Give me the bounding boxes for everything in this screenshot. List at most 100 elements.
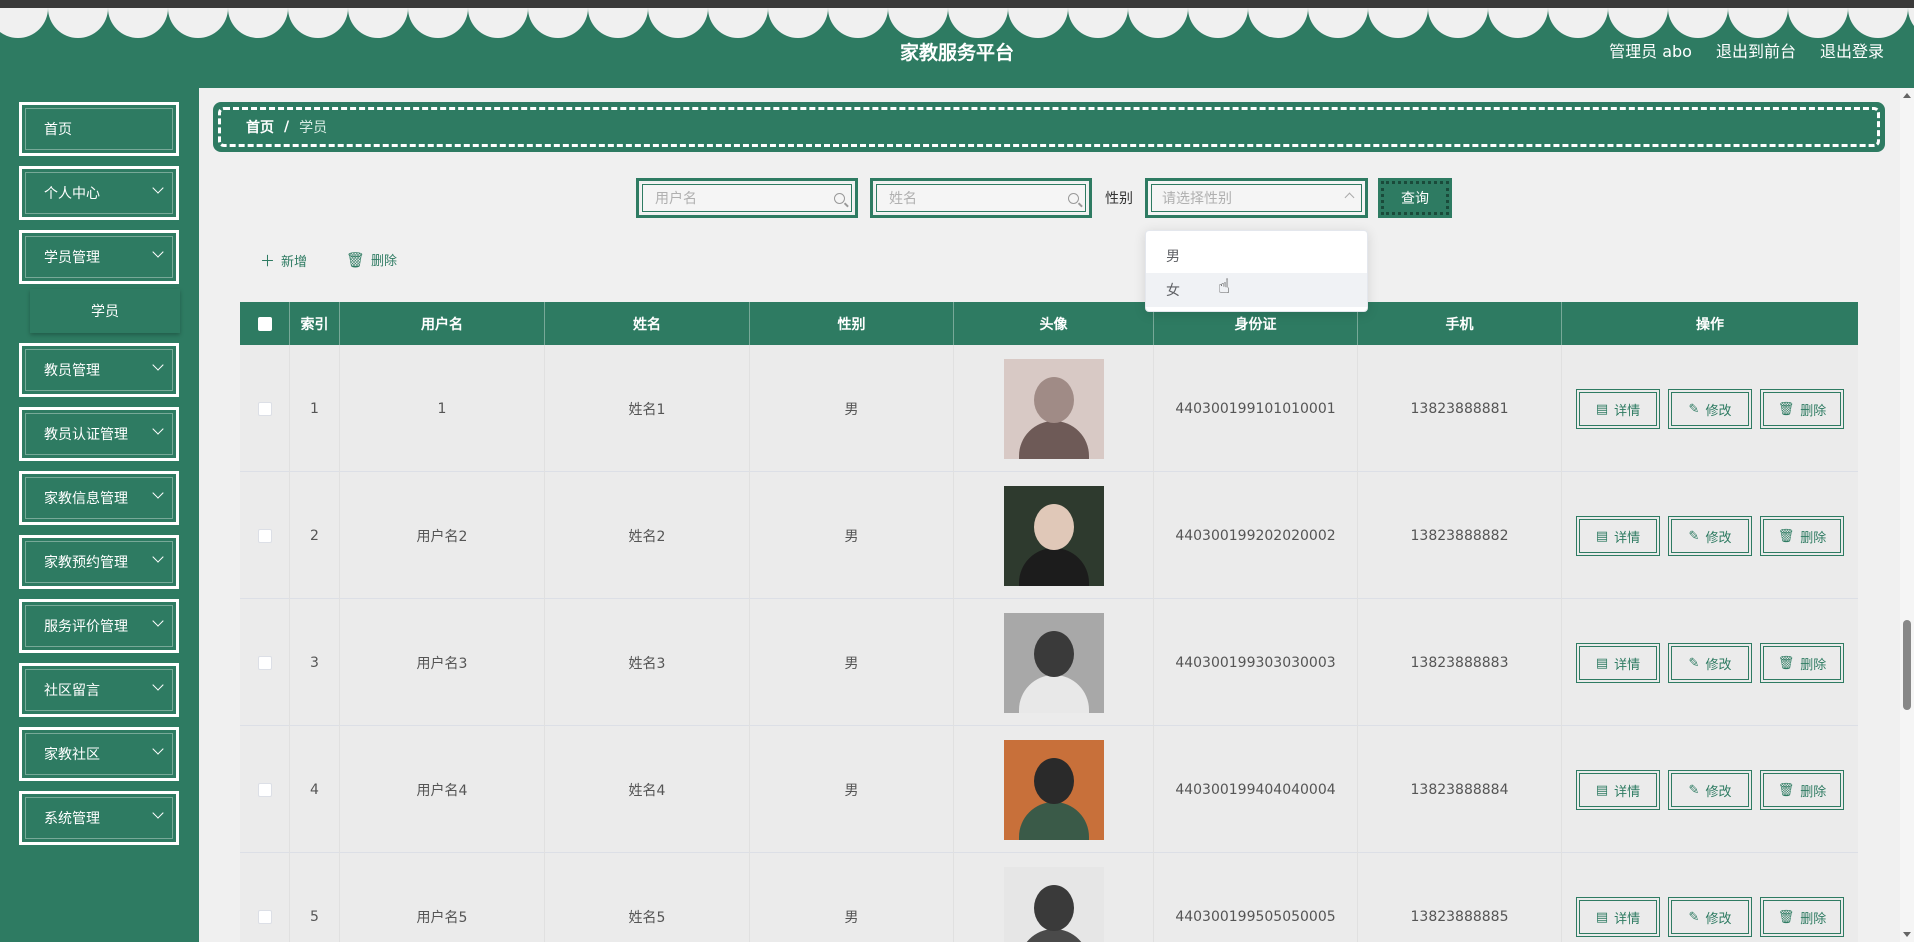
- scallop-shape: [1668, 8, 1728, 38]
- detail-button[interactable]: ▤ 详情: [1576, 516, 1660, 556]
- edit-icon: ✎: [1688, 401, 1700, 417]
- scroll-up-icon[interactable]: [1903, 93, 1911, 98]
- scrollbar-thumb[interactable]: [1903, 620, 1911, 710]
- avatar-cell: [954, 345, 1154, 472]
- actions-cell: ▤ 详情 ✎ 修改 🗑 删除: [1562, 853, 1858, 942]
- edit-button[interactable]: ✎ 修改: [1668, 516, 1752, 556]
- chevron-down-icon: [152, 679, 164, 691]
- header: 家教服务平台 管理员 abo 退出到前台 退出登录: [0, 8, 1914, 88]
- header-actions: 管理员 abo 退出到前台 退出登录: [1609, 38, 1884, 62]
- sidebar-item-teacher-management[interactable]: 教员管理: [19, 343, 179, 397]
- column-header: 用户名: [340, 302, 545, 345]
- delete-button[interactable]: 🗑 删除: [1760, 897, 1844, 937]
- sidebar-item-tutoring-booking[interactable]: 家教预约管理: [19, 535, 179, 589]
- table-row[interactable]: 4 用户名4 姓名4 男 440300199404040004 13823888884 ▤ 详…: [240, 726, 1858, 853]
- row-checkbox[interactable]: [257, 655, 272, 670]
- row-checkbox[interactable]: [257, 909, 272, 924]
- edit-button[interactable]: ✎ 修改: [1668, 643, 1752, 683]
- scallop-shape: [588, 8, 648, 38]
- row-checkbox[interactable]: [257, 528, 272, 543]
- delete-button[interactable]: 🗑 删除: [1760, 516, 1844, 556]
- sidebar-item-service-review[interactable]: 服务评价管理: [19, 599, 179, 653]
- actions-cell: ▤ 详情 ✎ 修改 🗑 删除: [1562, 599, 1858, 726]
- delete-button-label: 删除: [1800, 530, 1827, 546]
- actions-cell: ▤ 详情 ✎ 修改 🗑 删除: [1562, 472, 1858, 599]
- sidebar-item-personal-center[interactable]: 个人中心: [19, 166, 179, 220]
- table-row[interactable]: 2 用户名2 姓名2 男 440300199202020002 13823888882 ▤ 详…: [240, 472, 1858, 599]
- detail-button[interactable]: ▤ 详情: [1576, 770, 1660, 810]
- batch-delete-label: 删除: [371, 254, 398, 269]
- table-row[interactable]: 3 用户名3 姓名3 男 440300199303030003 13823888883 ▤ 详…: [240, 599, 1858, 726]
- sidebar-item-tutoring-community[interactable]: 家教社区: [19, 727, 179, 781]
- batch-delete-button[interactable]: 🗑 删除: [346, 250, 398, 270]
- search-icon: [1068, 193, 1079, 204]
- breadcrumb-home[interactable]: 首页: [246, 117, 274, 137]
- sidebar-item-home[interactable]: 首页: [19, 102, 179, 156]
- delete-button[interactable]: 🗑 删除: [1760, 643, 1844, 683]
- phone-cell: 13823888883: [1358, 599, 1562, 726]
- table-row[interactable]: 5 用户名5 姓名5 男 440300199505050005 13823888885 ▤ 详…: [240, 853, 1858, 942]
- index-cell: 4: [290, 726, 340, 853]
- scallop-shape: [1488, 8, 1548, 38]
- back-to-front-link[interactable]: 退出到前台: [1716, 38, 1796, 62]
- edit-button[interactable]: ✎ 修改: [1668, 389, 1752, 429]
- sidebar-item-system-management[interactable]: 系统管理: [19, 791, 179, 845]
- scallop-shape: [168, 8, 228, 38]
- logout-link[interactable]: 退出登录: [1820, 38, 1884, 62]
- scallop-shape: [48, 8, 108, 38]
- gender-dropdown: 男 女: [1145, 230, 1368, 312]
- name-cell: 姓名1: [545, 345, 750, 472]
- sidebar-item-label: 教员认证管理: [44, 427, 128, 443]
- gender-select[interactable]: 请选择性别: [1145, 178, 1368, 218]
- detail-button[interactable]: ▤ 详情: [1576, 389, 1660, 429]
- row-select-cell: [240, 599, 290, 726]
- scallop-shape: [1788, 8, 1848, 38]
- delete-button[interactable]: 🗑 删除: [1760, 389, 1844, 429]
- idcard-cell: 440300199303030003: [1154, 599, 1358, 726]
- scallop-shape: [1308, 8, 1368, 38]
- table-row[interactable]: 1 1 姓名1 男 440300199101010001 13823888881 ▤ 详情 ✎ 修…: [240, 345, 1858, 472]
- sidebar-item-tutoring-info[interactable]: 家教信息管理: [19, 471, 179, 525]
- scallop-shape: [828, 8, 888, 38]
- edit-button[interactable]: ✎ 修改: [1668, 770, 1752, 810]
- add-button-label: 新增: [281, 255, 308, 270]
- detail-button[interactable]: ▤ 详情: [1576, 643, 1660, 683]
- sidebar-item-community-messages[interactable]: 社区留言: [19, 663, 179, 717]
- edit-button[interactable]: ✎ 修改: [1668, 897, 1752, 937]
- chevron-down-icon: [152, 615, 164, 627]
- query-button[interactable]: 查询: [1378, 178, 1452, 218]
- username-cell: 用户名5: [340, 853, 545, 942]
- name-cell: 姓名4: [545, 726, 750, 853]
- username-cell: 1: [340, 345, 545, 472]
- row-checkbox[interactable]: [257, 401, 272, 416]
- index-cell: 2: [290, 472, 340, 599]
- column-header: 头像: [954, 302, 1154, 345]
- name-search-input[interactable]: 姓名: [870, 178, 1092, 218]
- username-placeholder: 用户名: [655, 191, 697, 207]
- scallop-shape: [1068, 8, 1128, 38]
- chevron-up-icon: [1344, 192, 1355, 203]
- idcard-cell: 440300199404040004: [1154, 726, 1358, 853]
- sidebar-item-student-management[interactable]: 学员管理: [19, 230, 179, 284]
- vertical-scrollbar[interactable]: [1900, 88, 1914, 942]
- row-select-cell: [240, 472, 290, 599]
- edit-button-label: 修改: [1705, 784, 1732, 800]
- delete-button[interactable]: 🗑 删除: [1760, 770, 1844, 810]
- sidebar-item-label: 家教社区: [44, 747, 100, 763]
- sidebar-item-label: 系统管理: [44, 811, 100, 827]
- sidebar-subitem-students[interactable]: 学员: [30, 289, 180, 333]
- sidebar: 首页 个人中心 学员管理 学员 教员管理 教员认证管理 家教信息管理 家教预约管…: [0, 88, 199, 942]
- select-all-checkbox[interactable]: [257, 316, 272, 331]
- add-button[interactable]: ＋ 新增: [260, 250, 307, 271]
- sidebar-item-teacher-certification[interactable]: 教员认证管理: [19, 407, 179, 461]
- gender-option-male[interactable]: 男: [1146, 239, 1367, 273]
- gender-option-female[interactable]: 女: [1146, 273, 1367, 307]
- scroll-down-icon[interactable]: [1903, 932, 1911, 937]
- admin-user-label[interactable]: 管理员 abo: [1609, 38, 1692, 62]
- username-search-input[interactable]: 用户名: [636, 178, 858, 218]
- detail-button[interactable]: ▤ 详情: [1576, 897, 1660, 937]
- delete-button-label: 删除: [1800, 403, 1827, 419]
- detail-button-label: 详情: [1614, 911, 1641, 927]
- sidebar-item-label: 学员管理: [44, 250, 100, 266]
- row-checkbox[interactable]: [257, 782, 272, 797]
